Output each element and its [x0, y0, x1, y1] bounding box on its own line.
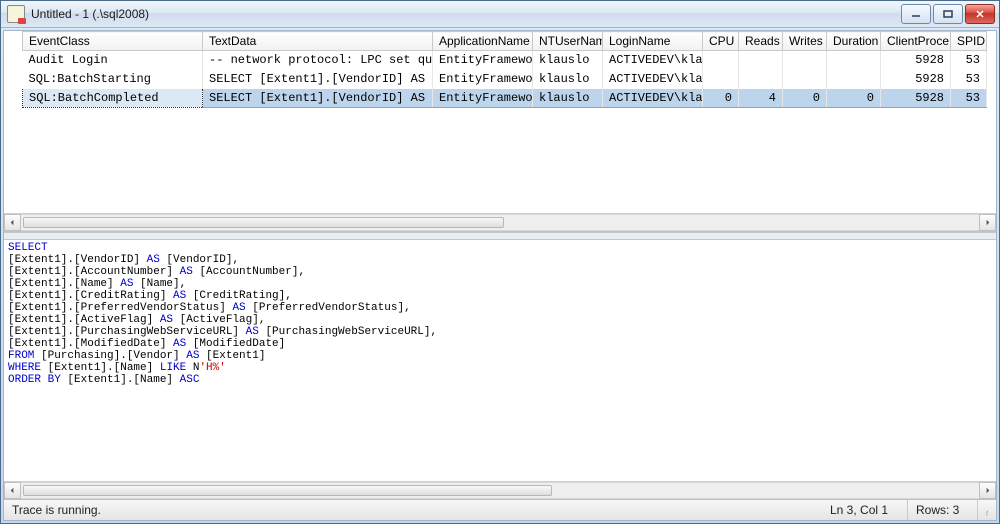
cell-ntUser[interactable]: klauslo: [533, 51, 603, 70]
scroll-thumb[interactable]: [23, 217, 504, 228]
cell-cpu[interactable]: 0: [703, 89, 739, 108]
cell-ntUser[interactable]: klauslo: [533, 89, 603, 108]
scroll-right-button[interactable]: [979, 214, 996, 231]
events-grid-wrap[interactable]: EventClassTextDataApplicationNameNTUserN…: [4, 31, 996, 213]
cell-textData[interactable]: SELECT [Extent1].[VendorID] AS [V...: [203, 70, 433, 89]
cell-spid[interactable]: 53: [951, 51, 987, 70]
col-spid[interactable]: SPID: [951, 32, 987, 51]
window-buttons: [901, 4, 995, 24]
cell-writes[interactable]: 0: [783, 89, 827, 108]
grid-header-row[interactable]: EventClassTextDataApplicationNameNTUserN…: [23, 32, 987, 51]
table-row[interactable]: Audit Login-- network protocol: LPC set …: [23, 51, 987, 70]
col-login[interactable]: LoginName: [603, 32, 703, 51]
cell-appName[interactable]: EntityFramework: [433, 51, 533, 70]
cell-appName[interactable]: EntityFramework: [433, 89, 533, 108]
pane-splitter[interactable]: [4, 232, 996, 240]
cell-clientProc[interactable]: 5928: [881, 70, 951, 89]
cell-duration[interactable]: [827, 51, 881, 70]
sql-text[interactable]: SELECT [Extent1].[VendorID] AS [VendorID…: [4, 240, 996, 481]
cell-eventClass[interactable]: Audit Login: [23, 51, 203, 70]
cell-login[interactable]: ACTIVEDEV\kla...: [603, 70, 703, 89]
col-clientProc[interactable]: ClientProce...: [881, 32, 951, 51]
cell-spid[interactable]: 53: [951, 70, 987, 89]
cell-spid[interactable]: 53: [951, 89, 987, 108]
col-cpu[interactable]: CPU: [703, 32, 739, 51]
cell-writes[interactable]: [783, 51, 827, 70]
cell-duration[interactable]: 0: [827, 89, 881, 108]
close-button[interactable]: [965, 4, 995, 24]
table-row[interactable]: SQL:BatchStartingSELECT [Extent1].[Vendo…: [23, 70, 987, 89]
cell-textData[interactable]: SELECT [Extent1].[VendorID] AS [V...: [203, 89, 433, 108]
cell-appName[interactable]: EntityFramework: [433, 70, 533, 89]
col-appName[interactable]: ApplicationName: [433, 32, 533, 51]
events-hscrollbar[interactable]: [4, 213, 996, 231]
col-textData[interactable]: TextData: [203, 32, 433, 51]
minimize-button[interactable]: [901, 4, 931, 24]
scroll-track[interactable]: [21, 214, 979, 231]
status-message: Trace is running.: [4, 500, 109, 520]
cell-eventClass[interactable]: SQL:BatchCompleted: [23, 89, 203, 108]
scroll-left-button[interactable]: [4, 214, 21, 231]
cell-cpu[interactable]: [703, 51, 739, 70]
status-cursor-pos: Ln 3, Col 1: [822, 500, 908, 520]
app-icon: [7, 5, 25, 23]
col-ntUser[interactable]: NTUserName: [533, 32, 603, 51]
cell-login[interactable]: ACTIVEDEV\kla...: [603, 51, 703, 70]
scroll-track[interactable]: [21, 482, 979, 499]
events-grid[interactable]: EventClassTextDataApplicationNameNTUserN…: [22, 31, 987, 108]
scroll-thumb[interactable]: [23, 485, 552, 496]
grip-icon: [986, 504, 988, 516]
profiler-window: Untitled - 1 (.\sql2008) EventClassTextD…: [0, 0, 1000, 524]
cell-eventClass[interactable]: SQL:BatchStarting: [23, 70, 203, 89]
cell-clientProc[interactable]: 5928: [881, 51, 951, 70]
col-duration[interactable]: Duration: [827, 32, 881, 51]
titlebar[interactable]: Untitled - 1 (.\sql2008): [1, 1, 999, 28]
cell-reads[interactable]: [739, 51, 783, 70]
maximize-button[interactable]: [933, 4, 963, 24]
detail-hscrollbar[interactable]: [4, 481, 996, 499]
cell-ntUser[interactable]: klauslo: [533, 70, 603, 89]
table-row[interactable]: SQL:BatchCompletedSELECT [Extent1].[Vend…: [23, 89, 987, 108]
resize-grip[interactable]: [978, 500, 996, 520]
col-eventClass[interactable]: EventClass: [23, 32, 203, 51]
status-row-count: Rows: 3: [908, 500, 978, 520]
status-bar: Trace is running. Ln 3, Col 1 Rows: 3: [4, 499, 996, 520]
cell-writes[interactable]: [783, 70, 827, 89]
cell-reads[interactable]: [739, 70, 783, 89]
client-area: EventClassTextDataApplicationNameNTUserN…: [3, 30, 997, 521]
cell-textData[interactable]: -- network protocol: LPC set quote...: [203, 51, 433, 70]
cell-reads[interactable]: 4: [739, 89, 783, 108]
cell-cpu[interactable]: [703, 70, 739, 89]
detail-pane: SELECT [Extent1].[VendorID] AS [VendorID…: [4, 240, 996, 499]
scroll-right-button[interactable]: [979, 482, 996, 499]
window-title: Untitled - 1 (.\sql2008): [31, 7, 901, 21]
col-reads[interactable]: Reads: [739, 32, 783, 51]
cell-login[interactable]: ACTIVEDEV\kla...: [603, 89, 703, 108]
col-writes[interactable]: Writes: [783, 32, 827, 51]
scroll-left-button[interactable]: [4, 482, 21, 499]
cell-duration[interactable]: [827, 70, 881, 89]
events-pane: EventClassTextDataApplicationNameNTUserN…: [4, 31, 996, 232]
cell-clientProc[interactable]: 5928: [881, 89, 951, 108]
